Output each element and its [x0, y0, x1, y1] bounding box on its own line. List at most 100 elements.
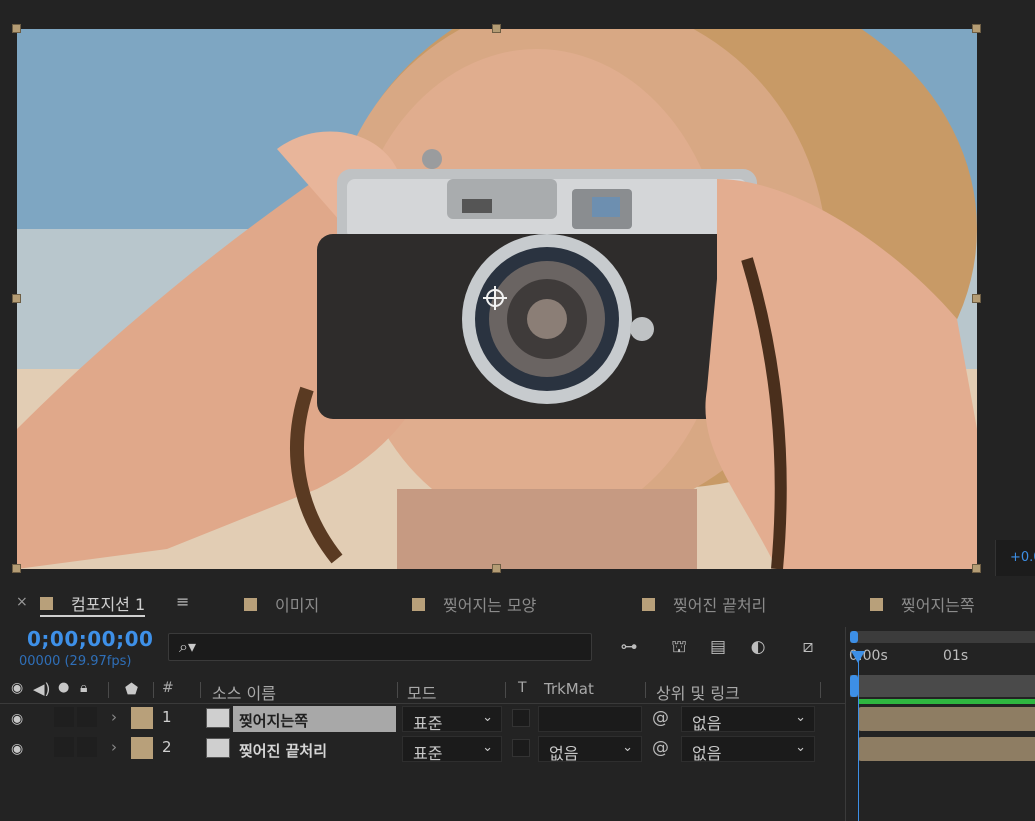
- preserve-transparency-checkbox[interactable]: [512, 739, 530, 757]
- transform-handle[interactable]: [12, 24, 21, 33]
- expand-chevron-icon[interactable]: ›: [111, 738, 117, 756]
- expand-chevron-icon[interactable]: ›: [111, 708, 117, 726]
- parent-value: 없음: [692, 744, 722, 763]
- column-divider: [108, 682, 109, 698]
- graph-editor-icon[interactable]: ⧄: [796, 637, 820, 659]
- ruler-tick-label: 01s: [943, 648, 969, 664]
- solo-switch[interactable]: [54, 737, 74, 757]
- audio-toggle-icon[interactable]: ◀): [33, 680, 50, 698]
- column-divider: [200, 682, 201, 698]
- layer-label-color[interactable]: [131, 707, 153, 729]
- visibility-eye-icon[interactable]: ◉: [11, 711, 23, 727]
- layer-name[interactable]: 찢어지는쪽: [233, 706, 396, 732]
- layer-number: 1: [162, 708, 172, 726]
- column-trkmat[interactable]: TrkMat: [544, 680, 594, 698]
- lock-toggle-icon[interactable]: 🔒︎: [80, 680, 87, 696]
- motion-blur-icon[interactable]: ◐: [746, 637, 770, 659]
- playhead-handle[interactable]: [851, 651, 865, 663]
- chevron-down-icon: ⌄: [622, 740, 633, 755]
- column-source-name[interactable]: 소스 이름: [212, 680, 276, 704]
- parent-dropdown[interactable]: 없음 ⌄: [681, 706, 815, 733]
- tab-composition-1[interactable]: 컴포지션 1: [40, 591, 146, 617]
- layer-number: 2: [162, 738, 172, 756]
- composition-image[interactable]: [17, 29, 977, 569]
- trkmat-dropdown[interactable]: 없음 ⌄: [538, 736, 642, 763]
- transform-handle[interactable]: [972, 24, 981, 33]
- tab-torn-side[interactable]: 찢어지는쪽: [870, 591, 975, 617]
- label-tag-icon[interactable]: ⬟: [125, 680, 138, 698]
- layer-name[interactable]: 찢어진 끝처리: [233, 736, 333, 762]
- tab-torn-shape[interactable]: 찢어지는 모양: [412, 591, 536, 617]
- composition-viewer[interactable]: +0.0: [0, 0, 1035, 585]
- tab-image[interactable]: 이미지: [244, 591, 319, 617]
- chevron-down-icon: ⌄: [482, 740, 493, 755]
- transform-handle[interactable]: [972, 564, 981, 573]
- preserve-transparency-checkbox[interactable]: [512, 709, 530, 727]
- timeline-tab-bar: × 컴포지션 1 ≡ 이미지 찢어지는 모양 찢어진 끝처리 찢어지는쪽: [0, 585, 1035, 621]
- solo-toggle-icon[interactable]: ●: [58, 680, 69, 695]
- column-divider: [397, 682, 398, 698]
- label-color-swatch: [412, 597, 425, 611]
- layer-row[interactable]: ◉ › 2 찢어진 끝처리 표준 ⌄ 없음 ⌄ @ 없음 ⌄: [0, 735, 845, 763]
- pick-whip-icon[interactable]: @: [652, 708, 669, 728]
- viewer-side-panel: +0.0: [995, 540, 1035, 576]
- chevron-down-icon: ⌄: [482, 710, 493, 725]
- current-time-display[interactable]: 0;00;00;00: [27, 627, 153, 651]
- time-navigator-bar[interactable]: [850, 631, 1035, 643]
- label-color-swatch: [642, 597, 655, 611]
- transform-handle[interactable]: [12, 294, 21, 303]
- label-color-swatch: [40, 596, 53, 610]
- close-tab-icon[interactable]: ×: [16, 594, 28, 610]
- mode-dropdown[interactable]: 표준 ⌄: [402, 736, 502, 763]
- work-area-bar[interactable]: [850, 675, 1035, 697]
- mode-value: 표준: [413, 714, 443, 733]
- lock-switch[interactable]: [77, 707, 97, 727]
- pick-whip-icon[interactable]: @: [652, 738, 669, 758]
- work-area-start-handle[interactable]: [850, 675, 858, 697]
- transform-handle[interactable]: [972, 294, 981, 303]
- frame-blending-icon[interactable]: ▤: [706, 637, 730, 659]
- column-parent-link[interactable]: 상위 및 링크: [656, 680, 740, 704]
- tab-label: 이미지: [275, 596, 320, 615]
- composition-flowchart-icon[interactable]: ⊶: [617, 637, 641, 659]
- shy-layers-icon[interactable]: ⛫: [667, 637, 691, 659]
- video-toggle-icon[interactable]: ◉: [11, 680, 23, 696]
- tab-label: 찢어지는 모양: [443, 596, 537, 615]
- column-divider: [645, 682, 646, 698]
- transform-handle[interactable]: [12, 564, 21, 573]
- tab-label: 찢어진 끝처리: [673, 596, 767, 615]
- chevron-down-icon: ⌄: [795, 710, 806, 725]
- render-cache-bar: [858, 699, 1035, 704]
- transform-handle[interactable]: [492, 24, 501, 33]
- layer-search-input[interactable]: ⌕▾: [168, 633, 592, 661]
- chevron-down-icon: ⌄: [795, 740, 806, 755]
- solo-switch[interactable]: [54, 707, 74, 727]
- layer-row[interactable]: ◉ › 1 찢어지는쪽 표준 ⌄ @ 없음 ⌄: [0, 705, 845, 733]
- parent-value: 없음: [692, 714, 722, 733]
- column-divider: [505, 682, 506, 698]
- layer-label-color[interactable]: [131, 737, 153, 759]
- time-navigator-start-handle[interactable]: [850, 631, 858, 643]
- tab-label: 컴포지션 1: [71, 595, 146, 614]
- tab-torn-edge[interactable]: 찢어진 끝처리: [642, 591, 766, 617]
- visibility-eye-icon[interactable]: ◉: [11, 741, 23, 757]
- column-number: #: [162, 680, 174, 696]
- composition-layer-icon: [206, 738, 230, 758]
- mode-value: 표준: [413, 744, 443, 763]
- layer-column-header: ◉ ◀) ● 🔒︎ ⬟ # 소스 이름 모드 T TrkMat 상위 및 링크: [0, 676, 845, 704]
- parent-dropdown[interactable]: 없음 ⌄: [681, 736, 815, 763]
- lock-switch[interactable]: [77, 737, 97, 757]
- time-ruler-panel[interactable]: 0:00s 01s: [845, 627, 1035, 821]
- transform-handle[interactable]: [492, 564, 501, 573]
- label-color-swatch: [244, 597, 257, 611]
- exposure-value[interactable]: +0.0: [1010, 550, 1035, 565]
- panel-menu-icon[interactable]: ≡: [176, 592, 189, 611]
- layer-duration-bar[interactable]: [858, 707, 1035, 731]
- playhead-line[interactable]: [858, 655, 859, 821]
- trkmat-value: 없음: [549, 744, 579, 763]
- column-mode[interactable]: 모드: [407, 680, 436, 704]
- layer-duration-bar[interactable]: [858, 737, 1035, 761]
- trkmat-dropdown[interactable]: [538, 706, 642, 732]
- mode-dropdown[interactable]: 표준 ⌄: [402, 706, 502, 733]
- composition-layer-icon: [206, 708, 230, 728]
